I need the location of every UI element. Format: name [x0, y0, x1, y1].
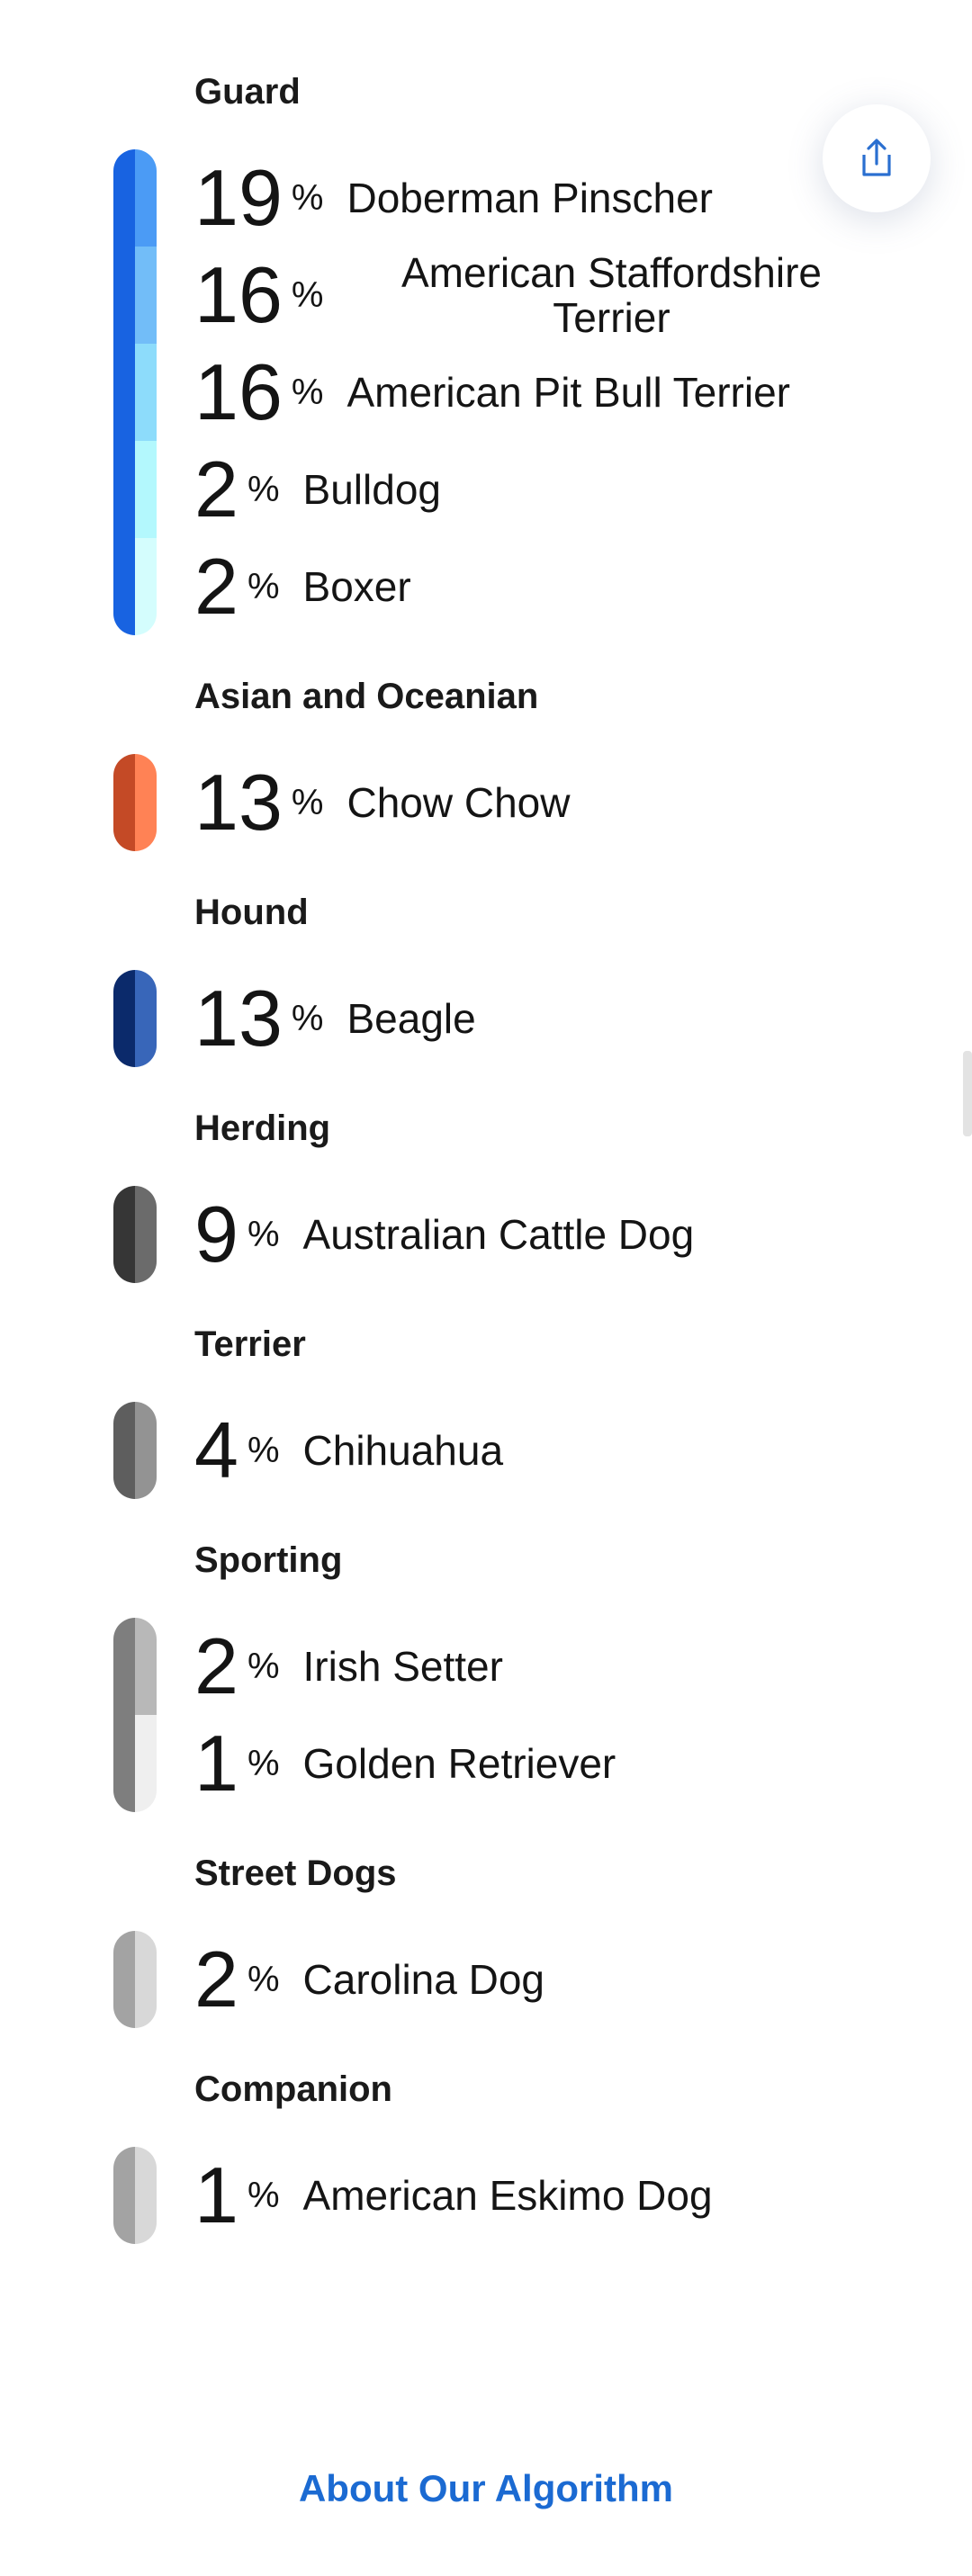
group-color-bar [113, 1402, 157, 1499]
percentage-value: 1 [194, 1719, 238, 1808]
bar-segment [135, 247, 157, 344]
group-bar-base [113, 754, 135, 851]
percentage-value: 19 [194, 153, 283, 242]
group-color-bar [113, 754, 157, 851]
group-title: Asian and Oceanian [194, 677, 539, 716]
group-title: Terrier [194, 1324, 306, 1364]
breed-row: 16% American Staffordshire Terrier [194, 247, 932, 344]
percentage-value: 2 [194, 1621, 238, 1710]
overlay-mask [774, 900, 972, 1051]
breed-row: 2% Irish Setter [194, 1618, 932, 1715]
breed-name: Golden Retriever [302, 1740, 616, 1787]
about-algorithm-link[interactable]: About Our Algorithm [0, 2467, 972, 2510]
percent-sign: % [247, 2175, 280, 2215]
percentage-value: 1 [194, 2150, 238, 2239]
group-title: Sporting [194, 1540, 343, 1580]
percent-sign: % [247, 1646, 280, 1686]
percent-sign: % [247, 1430, 280, 1470]
breed-name: Australian Cattle Dog [302, 1211, 695, 1258]
bar-segment [135, 344, 157, 441]
breed-name: Doberman Pinscher [346, 175, 713, 221]
percent-sign: % [291, 177, 324, 218]
breed-row: 2% Bulldog [194, 441, 932, 538]
percent-sign: % [247, 469, 280, 509]
group-color-bar [113, 1618, 157, 1812]
breed-name: Chow Chow [346, 779, 571, 826]
group-bar-base [113, 1618, 135, 1812]
group-bar-base [113, 970, 135, 1067]
bar-segment [135, 1618, 157, 1715]
group-bar-base [113, 1402, 135, 1499]
bar-segment [135, 441, 157, 538]
bar-segment [135, 970, 157, 1067]
group-bar-base [113, 149, 135, 635]
percent-sign: % [291, 372, 324, 412]
group-bar-base [113, 1931, 135, 2028]
group-title: Street Dogs [194, 1853, 397, 1893]
percent-sign: % [247, 1743, 280, 1783]
group-color-bar [113, 1931, 157, 2028]
breed-name: American Staffordshire Terrier [400, 249, 822, 341]
bar-segment [135, 1931, 157, 2028]
breed-row: 2% Carolina Dog [194, 1931, 932, 2028]
bar-segment [135, 1402, 157, 1499]
bar-segment [135, 754, 157, 851]
breed-row: 1% Golden Retriever [194, 1715, 932, 1812]
percentage-value: 9 [194, 1189, 238, 1279]
percentage-value: 4 [194, 1405, 238, 1494]
percent-sign: % [291, 782, 324, 822]
percentage-value: 2 [194, 542, 238, 631]
breed-name: Chihuahua [302, 1427, 504, 1474]
breed-row: 16% American Pit Bull Terrier [194, 344, 932, 441]
group-title: Guard [194, 72, 301, 112]
group-color-bar [113, 1186, 157, 1283]
percent-sign: % [291, 274, 324, 315]
breed-name: Boxer [302, 563, 411, 610]
breed-row: 19% Doberman Pinscher [194, 149, 932, 247]
group-bar-base [113, 2147, 135, 2244]
percentage-value: 2 [194, 444, 238, 534]
group-title: Hound [194, 893, 309, 932]
bar-segment [135, 1186, 157, 1283]
scrollbar-thumb[interactable] [963, 1051, 972, 1136]
group-color-bar [113, 2147, 157, 2244]
percent-sign: % [247, 1214, 280, 1254]
percent-sign: % [291, 998, 324, 1038]
share-icon [862, 139, 891, 176]
breed-name: Bulldog [302, 466, 441, 513]
breed-name: Beagle [346, 995, 476, 1042]
percentage-value: 13 [194, 974, 283, 1063]
bar-segment [135, 1715, 157, 1812]
percentage-value: 16 [194, 347, 283, 436]
group-color-bar [113, 149, 157, 635]
bar-segment [135, 538, 157, 635]
percentage-value: 2 [194, 1934, 238, 2024]
percentage-value: 16 [194, 250, 283, 339]
percent-sign: % [247, 1959, 280, 1999]
breed-name: American Eskimo Dog [302, 2172, 713, 2219]
percentage-value: 13 [194, 758, 283, 847]
bar-segment [135, 149, 157, 247]
group-color-bar [113, 970, 157, 1067]
breed-name: Carolina Dog [302, 1956, 545, 2003]
group-title: Herding [194, 1108, 331, 1148]
breed-row: 2% Boxer [194, 538, 932, 635]
breed-row: 4% Chihuahua [194, 1402, 932, 1499]
percent-sign: % [247, 566, 280, 606]
breed-row: 9% Australian Cattle Dog [194, 1186, 932, 1283]
breed-row: 1% American Eskimo Dog [194, 2147, 932, 2244]
share-button[interactable] [823, 104, 931, 212]
breed-name: American Pit Bull Terrier [346, 369, 790, 416]
group-title: Companion [194, 2069, 392, 2109]
bar-segment [135, 2147, 157, 2244]
group-bar-base [113, 1186, 135, 1283]
breed-row: 13% Chow Chow [194, 754, 932, 851]
breed-name: Irish Setter [302, 1643, 503, 1690]
